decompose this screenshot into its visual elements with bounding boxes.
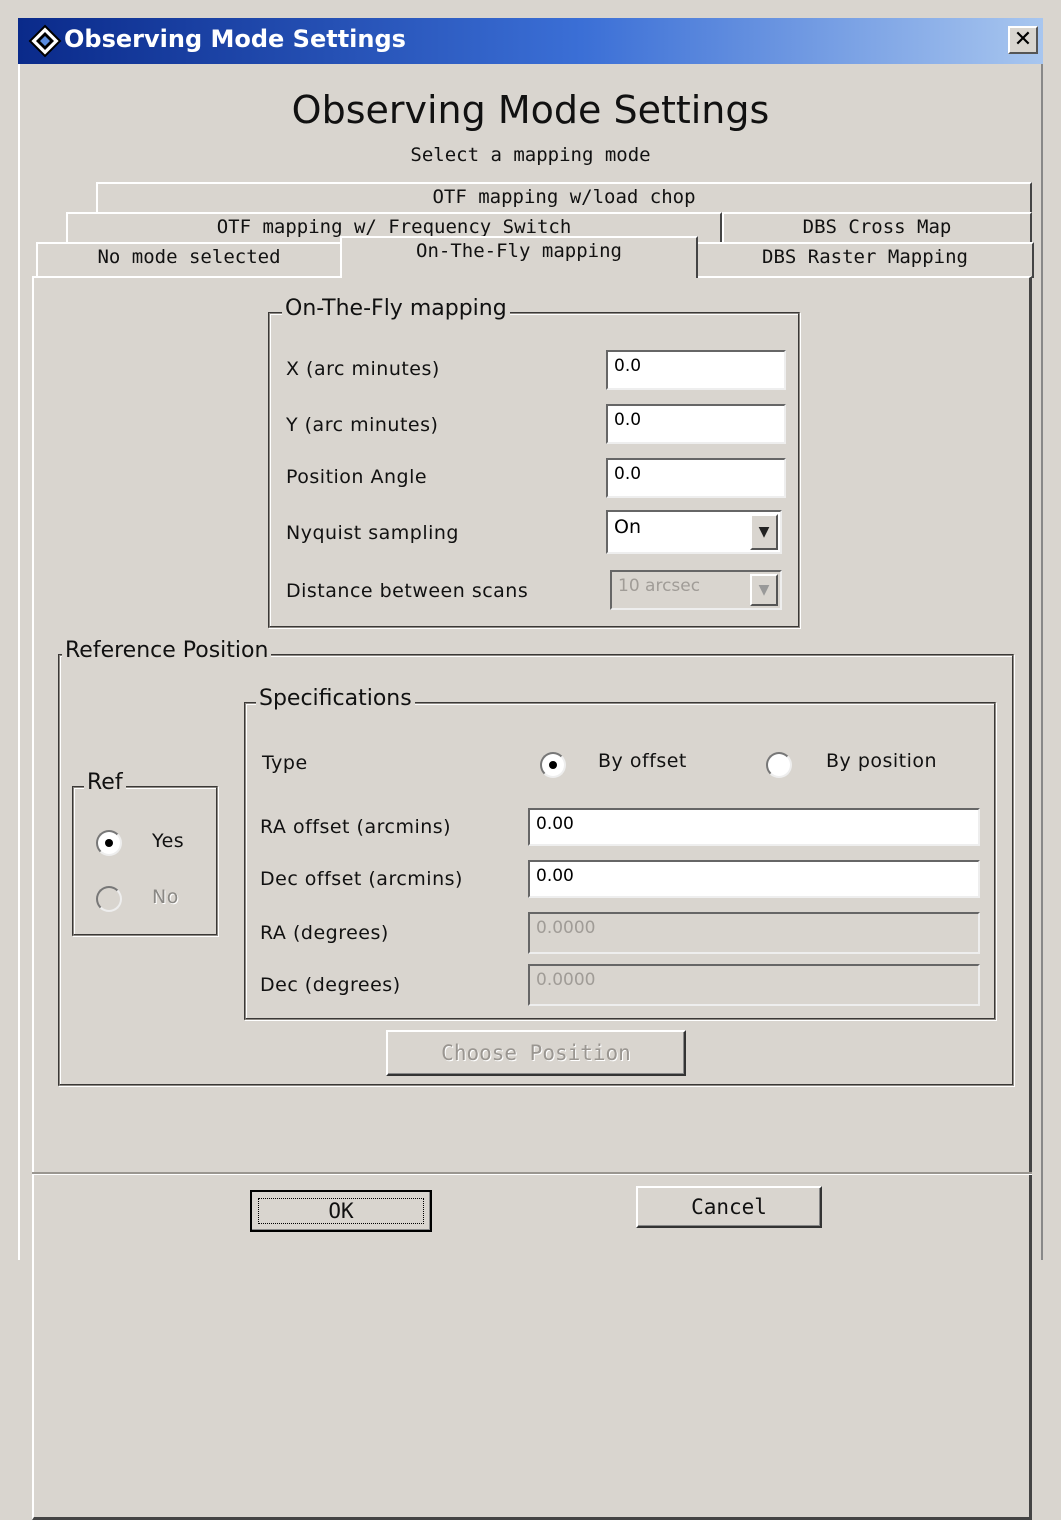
ref-yes-radio[interactable] (96, 830, 122, 856)
ra-degrees-input: 0.0000 (528, 912, 980, 954)
focus-ring (258, 1198, 424, 1224)
x-input[interactable]: 0.0 (606, 350, 786, 390)
nyquist-select[interactable]: On ▼ (606, 510, 782, 554)
tab-dbs-cross-map[interactable]: DBS Cross Map (722, 212, 1032, 246)
position-angle-label: Position Angle (286, 466, 428, 488)
window-border-right (1041, 64, 1043, 1260)
ok-button[interactable]: OK (250, 1190, 432, 1232)
chevron-down-icon[interactable]: ▼ (750, 514, 778, 550)
ref-group-title: Ref (84, 770, 126, 795)
distance-value: 10 arcsec (618, 576, 701, 596)
tab-no-mode[interactable]: No mode selected (36, 242, 342, 278)
ra-offset-input[interactable]: 0.00 (528, 808, 980, 846)
dec-degrees-label: Dec (degrees) (260, 974, 401, 996)
type-label: Type (262, 752, 308, 774)
ref-no-label: No (152, 886, 179, 908)
chevron-down-icon: ▼ (750, 574, 778, 606)
specifications-group-title: Specifications (256, 686, 415, 711)
tab-otf-load-chop[interactable]: OTF mapping w/load chop (96, 182, 1032, 216)
ra-offset-label: RA offset (arcmins) (260, 816, 452, 838)
ref-yes-label: Yes (152, 830, 185, 852)
dialog-heading: Observing Mode Settings (291, 88, 770, 132)
window-title: Observing Mode Settings (64, 25, 406, 53)
nyquist-value: On (614, 516, 641, 538)
ref-no-radio (96, 886, 122, 912)
x-label: X (arc minutes) (286, 358, 440, 380)
reference-group-title: Reference Position (62, 638, 272, 663)
distance-label: Distance between scans (286, 580, 529, 602)
distance-select: 10 arcsec ▼ (610, 570, 782, 610)
window-border-left (18, 64, 20, 1260)
by-offset-radio[interactable] (540, 752, 566, 778)
ref-group (72, 786, 218, 936)
choose-position-button: Choose Position (386, 1030, 686, 1076)
dec-degrees-input: 0.0000 (528, 964, 980, 1006)
app-icon (28, 24, 62, 58)
footer-separator (32, 1172, 1032, 1175)
dec-offset-input[interactable]: 0.00 (528, 860, 980, 898)
tab-dbs-raster[interactable]: DBS Raster Mapping (696, 242, 1034, 278)
y-input[interactable]: 0.0 (606, 404, 786, 444)
nyquist-label: Nyquist sampling (286, 522, 459, 544)
dialog-subheading: Select a mapping mode (410, 144, 651, 166)
by-position-label: By position (826, 750, 938, 772)
cancel-button[interactable]: Cancel (636, 1186, 822, 1228)
y-label: Y (arc minutes) (286, 414, 439, 436)
by-offset-label: By offset (598, 750, 687, 772)
tab-on-the-fly[interactable]: On-The-Fly mapping (340, 236, 698, 278)
close-icon: ✕ (1013, 27, 1033, 52)
by-position-radio[interactable] (766, 752, 792, 778)
dec-offset-label: Dec offset (arcmins) (260, 868, 463, 890)
close-button[interactable]: ✕ (1008, 26, 1038, 54)
ra-degrees-label: RA (degrees) (260, 922, 389, 944)
otf-group-title: On-The-Fly mapping (282, 296, 510, 321)
position-angle-input[interactable]: 0.0 (606, 458, 786, 498)
